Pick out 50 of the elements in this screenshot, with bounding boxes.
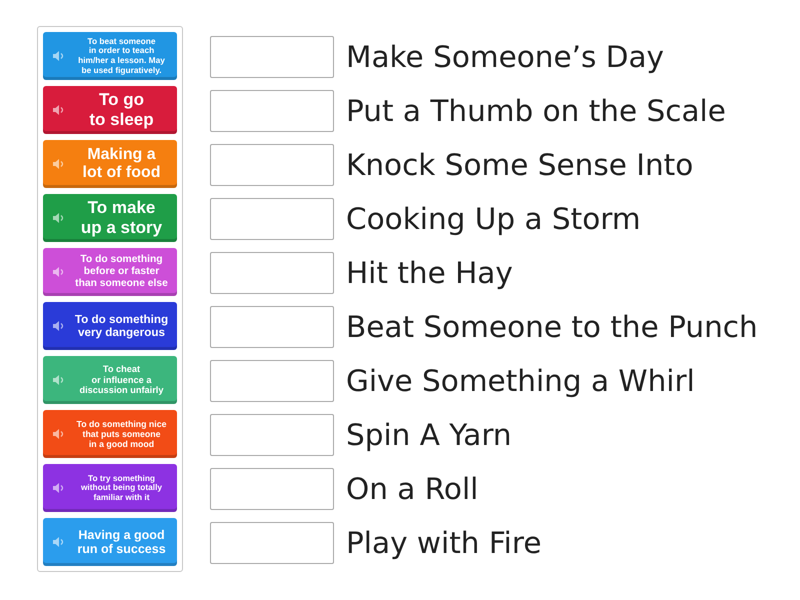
phrase-text: Knock Some Sense Into <box>346 147 694 183</box>
phrase-text: Hit the Hay <box>346 255 513 291</box>
speaker-icon[interactable] <box>53 320 64 332</box>
speaker-icon[interactable] <box>53 536 64 548</box>
definition-card[interactable]: To go to sleep <box>43 86 177 134</box>
phrase-text: Play with Fire <box>346 525 542 561</box>
phrase-text: Cooking Up a Storm <box>346 201 641 237</box>
speaker-icon[interactable] <box>53 266 64 278</box>
speaker-icon[interactable] <box>53 212 64 224</box>
answer-box[interactable] <box>210 36 334 78</box>
definition-text: To do something very dangerous <box>74 312 170 340</box>
definition-text: To beat someone in order to teach him/her a lesson. May be used figuratively. <box>77 36 166 76</box>
definition-text: To try something without being totally familiar with it <box>80 474 164 502</box>
speaker-icon[interactable] <box>53 482 64 494</box>
phrase-text: Put a Thumb on the Scale <box>346 93 726 129</box>
definition-text: To go to sleep <box>88 90 155 130</box>
answer-box[interactable] <box>210 522 334 564</box>
speaker-icon[interactable] <box>53 374 64 386</box>
definition-card[interactable]: To do something before or faster than someone else <box>43 248 177 296</box>
phrase-text: Spin A Yarn <box>346 417 512 453</box>
answer-box[interactable] <box>210 414 334 456</box>
definition-text: To do something before or faster than someone else <box>74 254 169 290</box>
answer-box[interactable] <box>210 360 334 402</box>
speaker-icon[interactable] <box>53 158 64 170</box>
answer-box[interactable] <box>210 144 334 186</box>
phrase-text: On a Roll <box>346 471 478 507</box>
speaker-icon[interactable] <box>53 428 64 440</box>
definition-card[interactable]: To cheat or influence a discussion unfairly <box>43 356 177 404</box>
definition-text: Making a lot of food <box>82 146 162 182</box>
phrase-text: Make Someone’s Day <box>346 39 664 75</box>
speaker-icon[interactable] <box>53 50 64 62</box>
answer-box[interactable] <box>210 306 334 348</box>
answer-box[interactable] <box>210 198 334 240</box>
definition-card[interactable]: Making a lot of food <box>43 140 177 188</box>
speaker-icon[interactable] <box>53 104 64 116</box>
definition-card[interactable]: To do something nice that puts someone in a good mood <box>43 410 177 458</box>
definition-text: To cheat or influence a discussion unfairly <box>78 364 164 396</box>
definition-card[interactable]: To do something very dangerous <box>43 302 177 350</box>
definition-text: Having a good run of success <box>76 528 167 556</box>
phrase-text: Give Something a Whirl <box>346 363 695 399</box>
answer-box[interactable] <box>210 90 334 132</box>
definition-card[interactable]: To make up a story <box>43 194 177 242</box>
answer-box[interactable] <box>210 252 334 294</box>
phrase-text: Beat Someone to the Punch <box>346 309 758 345</box>
definition-text: To do something nice that puts someone in a good mood <box>76 418 168 450</box>
answer-box[interactable] <box>210 468 334 510</box>
definition-card[interactable]: Having a good run of success <box>43 518 177 566</box>
definition-card[interactable]: To beat someone in order to teach him/her a lesson. May be used figuratively. <box>43 32 177 80</box>
definition-text: To make up a story <box>80 198 164 238</box>
definition-card[interactable]: To try something without being totally familiar with it <box>43 464 177 512</box>
